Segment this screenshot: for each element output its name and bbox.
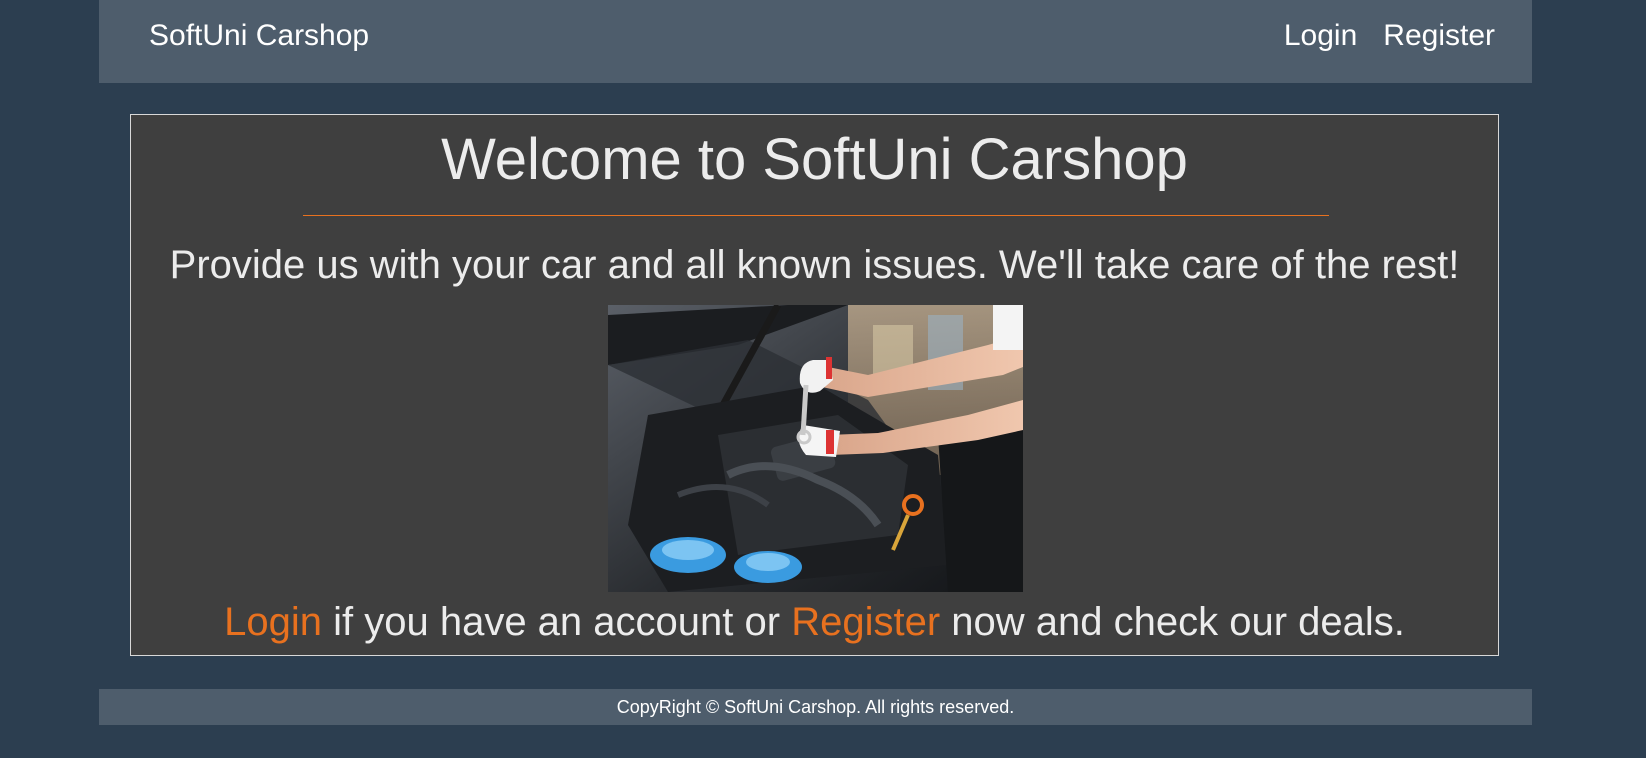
cta-login-link[interactable]: Login (224, 600, 322, 644)
navbar: SoftUni Carshop Login Register (99, 0, 1532, 83)
cta-middle-text: if you have an account or (322, 600, 792, 644)
nav-links: Login Register (1284, 18, 1495, 54)
tagline: Provide us with your car and all known i… (169, 243, 1460, 287)
brand-link[interactable]: SoftUni Carshop (149, 18, 369, 54)
footer: CopyRight © SoftUni Carshop. All rights … (99, 689, 1532, 725)
page-title: Welcome to SoftUni Carshop (441, 127, 1188, 192)
cta-register-link[interactable]: Register (791, 600, 940, 644)
nav-register-link[interactable]: Register (1383, 18, 1495, 54)
nav-login-link[interactable]: Login (1284, 18, 1357, 54)
cta-end-text: now and check our deals. (940, 600, 1405, 644)
title-divider (303, 215, 1329, 216)
call-to-action: Login if you have an account or Register… (131, 597, 1498, 647)
welcome-card: Welcome to SoftUni Carshop Provide us wi… (130, 114, 1499, 656)
mechanic-engine-image (608, 305, 1023, 592)
mechanic-engine-illustration (608, 305, 1023, 592)
copyright-text: CopyRight © SoftUni Carshop. All rights … (616, 697, 1015, 717)
